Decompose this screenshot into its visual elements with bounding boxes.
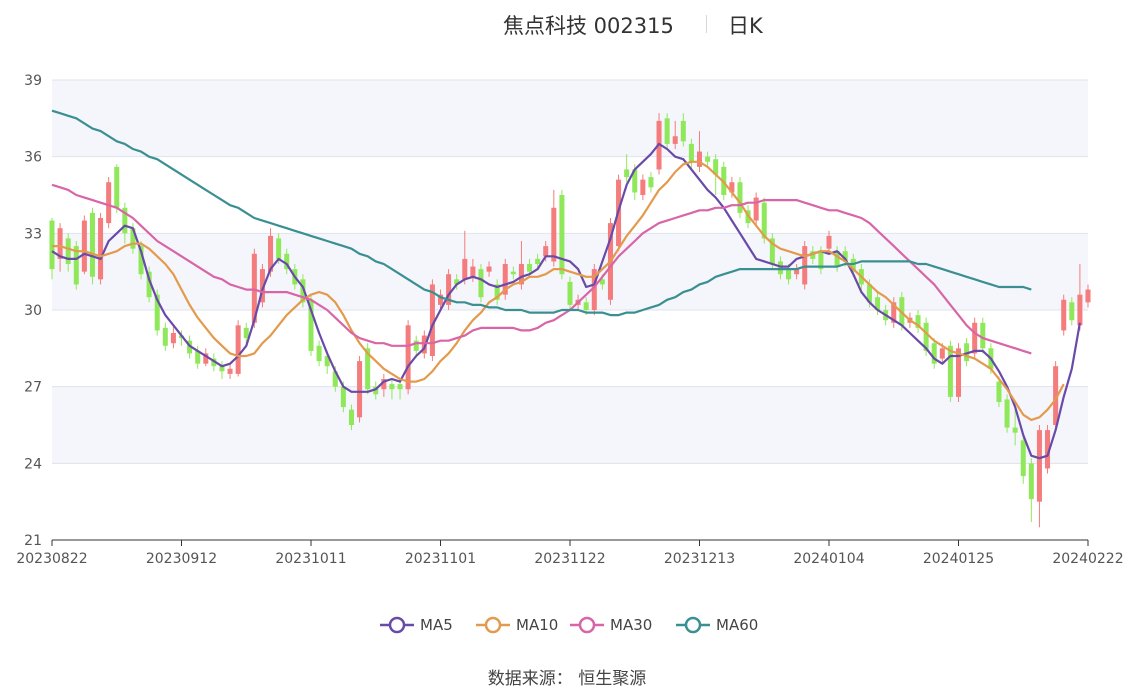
candlestick-chart: 21 24 27 30 33 36 39 20230822 20230912 20231011 20… bbox=[16, 73, 1123, 567]
legend-label-ma5: MA5 bbox=[420, 616, 453, 634]
candle-body bbox=[696, 151, 703, 167]
candle-body bbox=[405, 325, 411, 390]
candle-body bbox=[737, 182, 743, 213]
grid-band bbox=[52, 80, 1088, 157]
y-tick-label: 27 bbox=[24, 380, 42, 396]
candle-body bbox=[640, 179, 646, 195]
candle-body bbox=[89, 212, 95, 277]
candle-body bbox=[980, 322, 986, 349]
candle-body bbox=[462, 258, 468, 280]
candle-body bbox=[389, 384, 395, 390]
legend-label-ma30: MA30 bbox=[610, 616, 653, 634]
legend-item-ma30[interactable]: MA30 bbox=[570, 612, 652, 638]
candle-body bbox=[947, 345, 953, 397]
y-tick-label: 33 bbox=[24, 226, 42, 242]
candle-body bbox=[1085, 289, 1091, 303]
y-tick-label: 39 bbox=[24, 73, 42, 89]
x-tick-label: 20231122 bbox=[534, 551, 605, 567]
candle-body bbox=[397, 384, 403, 390]
candle-body bbox=[648, 177, 654, 188]
candle-body bbox=[1020, 440, 1026, 477]
candle-body bbox=[624, 169, 630, 178]
candle-body bbox=[510, 271, 516, 275]
candle-body bbox=[227, 368, 233, 374]
candle-body bbox=[972, 322, 978, 354]
candle-body bbox=[1004, 399, 1010, 428]
y-tick-label: 24 bbox=[24, 456, 42, 472]
legend-item-ma60[interactable]: MA60 bbox=[676, 612, 758, 638]
candle-body bbox=[357, 361, 363, 418]
candle-body bbox=[162, 327, 168, 346]
candle-body bbox=[688, 143, 694, 162]
candle-body bbox=[527, 264, 533, 272]
legend-label-ma10: MA10 bbox=[516, 616, 559, 634]
x-tick-label: 20230822 bbox=[16, 551, 87, 567]
legend-item-ma10[interactable]: MA10 bbox=[476, 612, 558, 638]
legend-marker-ma10 bbox=[476, 616, 510, 634]
legend-marker-ma30 bbox=[570, 616, 604, 634]
candle-body bbox=[49, 220, 55, 270]
candle-body bbox=[777, 261, 783, 275]
x-tick-label: 20231213 bbox=[664, 551, 735, 567]
candle-body bbox=[567, 281, 573, 305]
candles-group bbox=[49, 113, 1091, 528]
candle-body bbox=[114, 166, 120, 208]
candle-body bbox=[1036, 430, 1042, 502]
candle-body bbox=[235, 325, 241, 374]
candle-body bbox=[680, 120, 686, 142]
candle-body bbox=[486, 266, 492, 272]
candle-body bbox=[1028, 463, 1034, 500]
chart-legend: MA5 MA10 MA30 MA60 bbox=[0, 612, 1134, 638]
legend-item-ma5[interactable]: MA5 bbox=[380, 612, 453, 638]
candle-body bbox=[786, 269, 792, 280]
candle-body bbox=[1061, 299, 1067, 331]
candle-body bbox=[543, 246, 549, 257]
legend-marker-ma60 bbox=[676, 616, 710, 634]
candle-body bbox=[802, 246, 808, 285]
data-source-name: 恒生聚源 bbox=[578, 669, 647, 689]
x-tick-label: 20240125 bbox=[923, 551, 994, 567]
x-tick-label: 20231101 bbox=[405, 551, 476, 567]
candle-body bbox=[243, 327, 249, 339]
y-tick-label: 36 bbox=[24, 150, 42, 166]
candle-body bbox=[664, 118, 670, 144]
data-source: 数据来源： 恒生聚源 bbox=[0, 664, 1134, 689]
candle-body bbox=[316, 345, 322, 362]
legend-marker-ma5 bbox=[380, 616, 414, 634]
candle-body bbox=[551, 207, 557, 262]
candle-body bbox=[340, 386, 346, 408]
candle-body bbox=[65, 238, 71, 264]
candle-body bbox=[1012, 427, 1018, 433]
data-source-label: 数据来源： bbox=[487, 669, 573, 689]
candle-body bbox=[276, 238, 282, 259]
candle-body bbox=[559, 195, 565, 275]
y-tick-label: 30 bbox=[24, 303, 42, 319]
candle-body bbox=[583, 302, 589, 310]
candle-body bbox=[826, 235, 832, 249]
candle-body bbox=[939, 348, 945, 359]
x-tick-label: 20230912 bbox=[146, 551, 217, 567]
x-tick-label: 20231011 bbox=[275, 551, 346, 567]
candle-body bbox=[478, 269, 484, 298]
candle-body bbox=[170, 333, 176, 344]
candle-body bbox=[705, 156, 711, 162]
candle-body bbox=[106, 182, 112, 224]
x-tick-label: 20240104 bbox=[793, 551, 864, 567]
candle-body bbox=[1069, 302, 1075, 321]
candle-body bbox=[535, 258, 541, 264]
legend-label-ma60: MA60 bbox=[716, 616, 759, 634]
candle-body bbox=[1077, 294, 1083, 326]
grid-band bbox=[52, 386, 1088, 464]
candle-body bbox=[996, 381, 1002, 402]
x-tick-label: 20240222 bbox=[1052, 551, 1123, 567]
y-tick-label: 21 bbox=[24, 533, 42, 549]
candle-body bbox=[470, 266, 476, 277]
candle-body bbox=[98, 218, 104, 280]
candle-body bbox=[672, 136, 678, 144]
candle-body bbox=[348, 409, 354, 425]
candle-body bbox=[81, 220, 87, 272]
